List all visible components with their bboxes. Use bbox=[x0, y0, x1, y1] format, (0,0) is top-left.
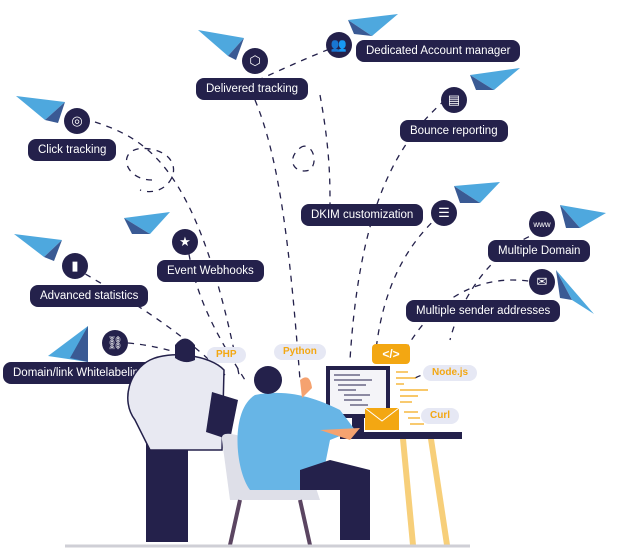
desk-top bbox=[340, 432, 462, 439]
desk-leg bbox=[400, 439, 416, 545]
monitor-screen bbox=[330, 370, 386, 414]
man-sweater bbox=[127, 354, 225, 451]
woman-hair bbox=[254, 366, 282, 394]
developers-illustration bbox=[65, 338, 470, 548]
woman-hand bbox=[300, 377, 312, 398]
desk-leg bbox=[428, 439, 450, 545]
illustration-scene: ◎ Click tracking ⬡ Delivered tracking 👥 … bbox=[0, 0, 617, 549]
